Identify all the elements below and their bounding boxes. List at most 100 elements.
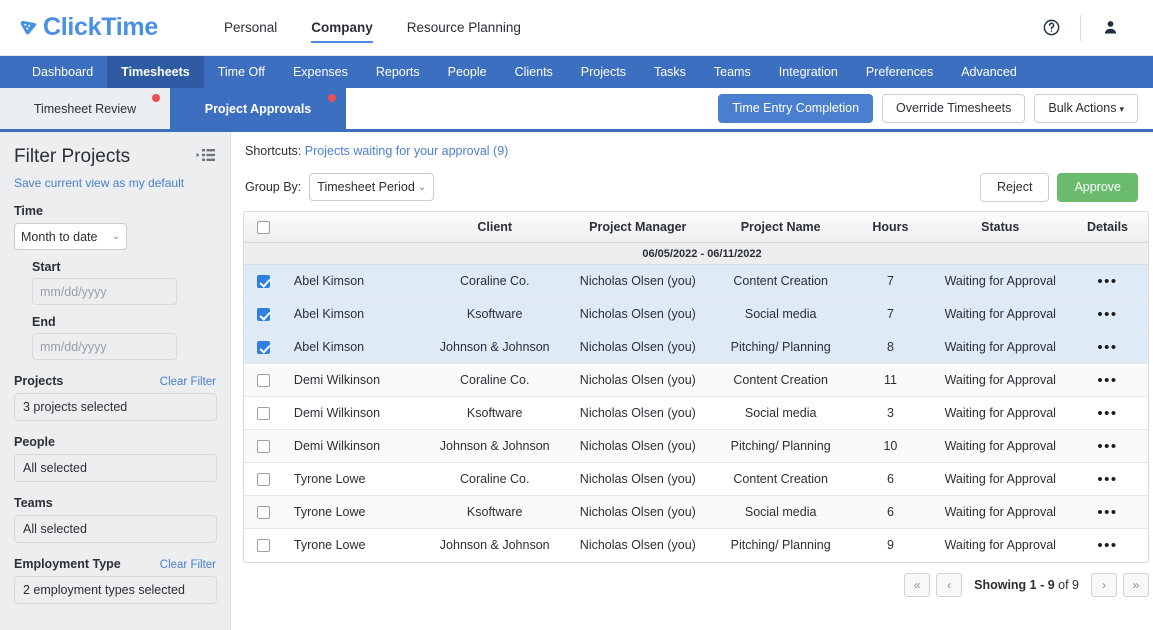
teams-filter-select[interactable]: All selected (14, 515, 217, 543)
pagination-next-button[interactable]: › (1091, 572, 1117, 597)
row-details-menu-icon[interactable]: ••• (1067, 396, 1148, 430)
nav-integration[interactable]: Integration (765, 56, 852, 88)
cell-client: Coraline Co. (427, 363, 562, 397)
nav-advanced[interactable]: Advanced (947, 56, 1031, 88)
tab-actions: Time Entry Completion Override Timesheet… (718, 88, 1153, 129)
pagination-last-button[interactable]: » (1123, 572, 1149, 597)
end-date-input[interactable] (33, 334, 176, 359)
top-nav-personal[interactable]: Personal (224, 0, 277, 56)
cell-manager: Nicholas Olsen (you) (561, 495, 714, 529)
end-date-field[interactable] (32, 333, 177, 360)
row-details-menu-icon[interactable]: ••• (1067, 363, 1148, 397)
nav-dashboard[interactable]: Dashboard (18, 56, 107, 88)
cell-status: Waiting for Approval (933, 429, 1068, 463)
projects-waiting-approval-link[interactable]: Projects waiting for your approval (9) (305, 144, 509, 158)
employment-type-clear-filter-link[interactable]: Clear Filter (160, 559, 216, 571)
projects-clear-filter-link[interactable]: Clear Filter (160, 376, 216, 388)
save-default-view-link[interactable]: Save current view as my default (14, 176, 216, 190)
time-range-select[interactable]: Month to date ⌄ (14, 223, 127, 250)
row-checkbox[interactable] (257, 341, 271, 355)
row-select-cell (244, 429, 284, 463)
user-avatar-icon[interactable] (1089, 8, 1131, 48)
row-checkbox[interactable] (257, 407, 271, 421)
row-details-menu-icon[interactable]: ••• (1067, 529, 1148, 562)
table-row[interactable]: Demi Wilkinson Coraline Co. Nicholas Ols… (244, 363, 1148, 397)
cell-manager: Nicholas Olsen (you) (561, 363, 714, 397)
cell-hours: 6 (847, 495, 934, 529)
nav-timesheets[interactable]: Timesheets (107, 56, 204, 88)
cell-status: Waiting for Approval (933, 363, 1068, 397)
filter-sidebar: Filter Projects Save current view as my … (0, 132, 231, 630)
row-details-menu-icon[interactable]: ••• (1067, 495, 1148, 529)
table-row[interactable]: Tyrone Lowe Ksoftware Nicholas Olsen (yo… (244, 495, 1148, 529)
override-timesheets-button[interactable]: Override Timesheets (882, 94, 1026, 123)
select-all-header (244, 211, 284, 243)
table-row[interactable]: Demi Wilkinson Ksoftware Nicholas Olsen … (244, 396, 1148, 430)
nav-projects[interactable]: Projects (567, 56, 640, 88)
row-checkbox[interactable] (257, 506, 271, 520)
pagination-prev-button[interactable]: ‹ (936, 572, 963, 597)
nav-teams[interactable]: Teams (700, 56, 765, 88)
nav-people[interactable]: People (434, 56, 501, 88)
projects-filter-label: Projects (14, 374, 64, 388)
start-date-field[interactable] (32, 278, 177, 305)
brand-logo[interactable]: ClickTime (18, 15, 158, 40)
cell-project: Pitching/ Planning (713, 330, 848, 364)
nav-tasks[interactable]: Tasks (640, 56, 700, 88)
cell-project: Pitching/ Planning (730, 538, 831, 553)
tab-timesheet-review[interactable]: Timesheet Review (0, 88, 170, 129)
tab-project-approvals[interactable]: Project Approvals (170, 88, 346, 129)
nav-reports[interactable]: Reports (362, 56, 434, 88)
employment-type-filter-select[interactable]: 2 employment types selected (14, 576, 217, 604)
top-nav-company[interactable]: Company (311, 0, 373, 56)
row-checkbox[interactable] (257, 539, 271, 553)
time-entry-completion-button[interactable]: Time Entry Completion (718, 94, 874, 123)
table-row[interactable]: Abel Kimson Ksoftware Nicholas Olsen (yo… (244, 297, 1148, 331)
row-select-cell (244, 396, 284, 430)
row-checkbox[interactable] (257, 473, 271, 487)
row-checkbox[interactable] (257, 374, 271, 388)
table-row[interactable]: Abel Kimson Coraline Co. Nicholas Olsen … (244, 264, 1148, 298)
reject-button[interactable]: Reject (980, 173, 1050, 202)
select-all-checkbox[interactable] (257, 220, 271, 234)
projects-filter-header: Projects Clear Filter (14, 374, 216, 388)
row-details-menu-icon[interactable]: ••• (1067, 462, 1148, 496)
table-row[interactable]: Demi Wilkinson Johnson & Johnson Nichola… (244, 429, 1148, 463)
date-range-fields: Start End (14, 260, 216, 360)
row-checkbox[interactable] (257, 440, 271, 454)
cell-status: Waiting for Approval (933, 462, 1068, 496)
top-bar-actions (1030, 8, 1131, 48)
people-filter-select[interactable]: All selected (14, 454, 217, 482)
group-by-select[interactable]: Timesheet Period ⌄ (309, 173, 435, 202)
row-details-menu-icon[interactable]: ••• (1067, 297, 1148, 331)
row-checkbox[interactable] (257, 275, 271, 289)
top-nav-resource-planning[interactable]: Resource Planning (407, 0, 521, 56)
help-circle-icon[interactable] (1030, 8, 1072, 48)
nav-expenses[interactable]: Expenses (279, 56, 362, 88)
col-status: Status (933, 211, 1068, 243)
table-row[interactable]: Abel Kimson Johnson & Johnson Nicholas O… (244, 330, 1148, 364)
approve-button[interactable]: Approve (1057, 173, 1138, 202)
row-details-menu-icon[interactable]: ••• (1067, 264, 1148, 298)
chevron-down-icon: ⌄ (111, 231, 120, 242)
row-details-menu-icon[interactable]: ••• (1067, 330, 1148, 364)
nav-time-off[interactable]: Time Off (204, 56, 279, 88)
cell-manager: Nicholas Olsen (you) (561, 297, 714, 331)
table-row[interactable]: Tyrone Lowe Coraline Co. Nicholas Olsen … (244, 462, 1148, 496)
nav-clients[interactable]: Clients (501, 56, 567, 88)
projects-filter-select[interactable]: 3 projects selected (14, 393, 217, 421)
collapse-panel-icon[interactable] (196, 147, 216, 168)
pagination-first-button[interactable]: « (904, 572, 931, 597)
start-date-input[interactable] (33, 279, 176, 304)
table-body: 06/05/2022 - 06/11/2022 Abel Kimson Cora… (244, 242, 1148, 562)
row-details-menu-icon[interactable]: ••• (1067, 429, 1148, 463)
group-by-value: Timesheet Period (317, 180, 415, 195)
row-checkbox[interactable] (257, 308, 271, 322)
cell-client: Ksoftware (427, 495, 562, 529)
cell-hours: 6 (847, 462, 934, 496)
nav-preferences[interactable]: Preferences (852, 56, 947, 88)
table-row[interactable]: Tyrone Lowe Johnson & Johnson Nicholas O… (244, 529, 1148, 562)
cell-project: Social media (713, 495, 848, 529)
bulk-actions-button[interactable]: Bulk Actions ▾ (1034, 94, 1138, 123)
start-date-label: Start (32, 260, 61, 274)
